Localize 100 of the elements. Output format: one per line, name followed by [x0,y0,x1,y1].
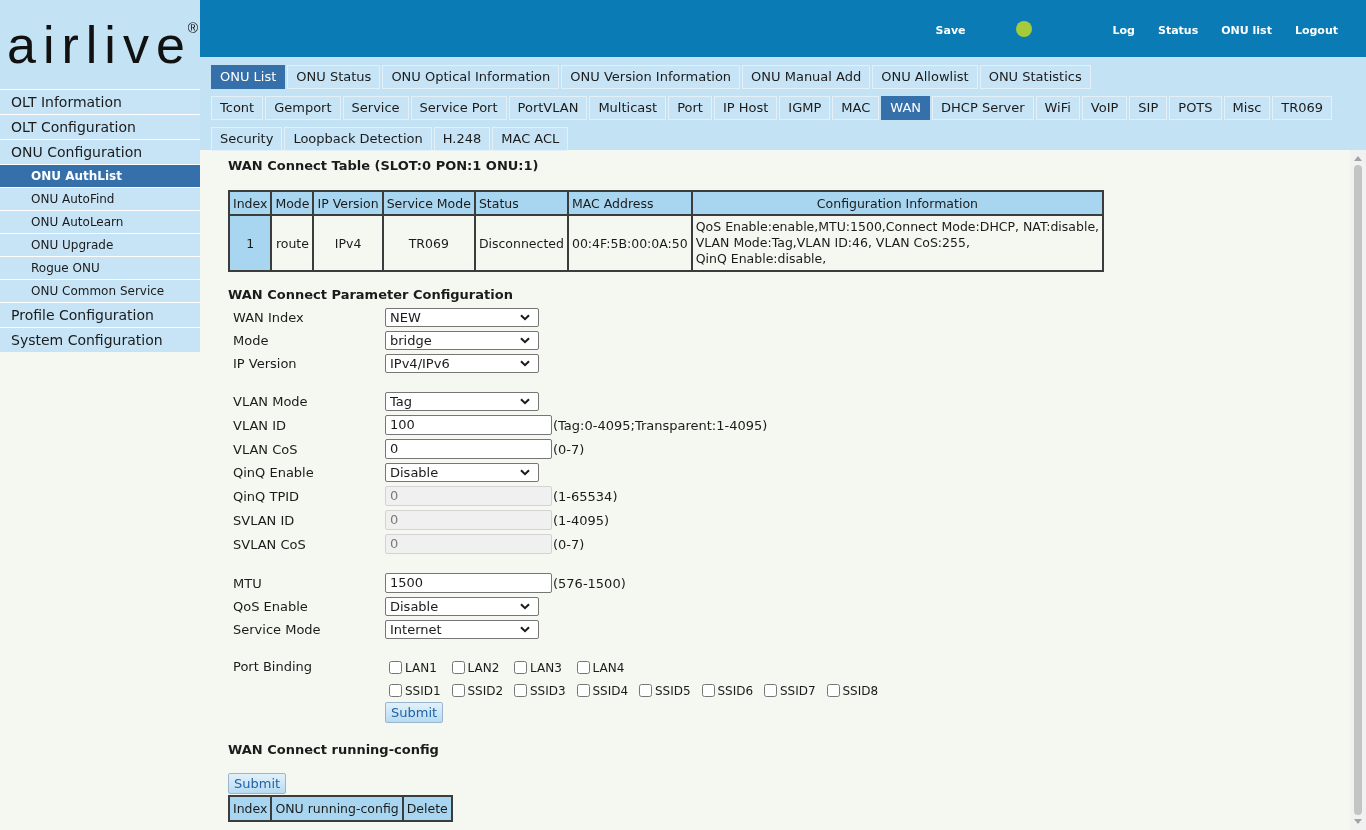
dropdown-field[interactable]: Disable [385,463,539,482]
dropdown-field[interactable]: Internet [385,620,539,639]
sidebar-item[interactable]: Profile Configuration [0,302,200,327]
checkbox-label[interactable]: LAN4 [592,660,625,675]
subtab[interactable]: Gemport [265,96,341,120]
checkbox-label[interactable]: SSID7 [780,683,816,698]
input-field[interactable]: 0 [385,439,552,459]
checkbox[interactable] [389,661,402,674]
table-cell: Disconnected [474,215,568,271]
checkbox[interactable] [576,661,590,674]
checkbox-label[interactable]: SSID2 [467,683,504,698]
dropdown-field[interactable]: bridge [385,331,539,350]
checkbox-label[interactable]: SSID4 [592,683,629,698]
field-label: Mode [233,333,270,348]
checkbox[interactable] [639,684,652,697]
input-field[interactable]: 100 [385,415,552,435]
sidebar-item[interactable]: OLT Information [0,89,200,114]
field-label: VLAN ID [233,417,288,433]
dropdown-field[interactable]: NEW [385,308,539,327]
header-link[interactable]: Status [1158,23,1199,37]
table-cell: TR069 [382,215,475,271]
subtab[interactable]: MAC [832,96,880,120]
tab[interactable]: ONU Allowlist [872,65,978,89]
sidebar-subitem[interactable]: Rogue ONU [0,256,200,279]
subtab[interactable]: Tcont [211,96,264,120]
submit-button[interactable]: Submit [228,773,287,794]
sidebar-subitem[interactable]: ONU AutoLearn [0,210,200,233]
subtab[interactable]: PortVLAN [508,96,588,120]
header-link[interactable]: Log [1112,23,1135,37]
checkbox-label[interactable]: SSID1 [405,683,441,698]
input-field[interactable]: 1500 [385,573,552,593]
checkbox-label[interactable]: LAN2 [467,660,500,675]
field-label: VLAN Mode [233,394,309,409]
subtab[interactable]: Port [668,96,712,120]
checkbox[interactable] [764,684,777,697]
tab[interactable]: ONU Version Information [561,65,741,89]
logo-wordmark: airlive$^{®}$ [7,19,199,71]
dropdown-field[interactable]: Tag [385,392,539,411]
checkbox[interactable] [451,684,465,697]
column-header: ONU running-config [271,796,403,821]
range-hint: (0-7) [553,536,585,552]
checkbox-label[interactable]: SSID6 [717,683,754,698]
subtab[interactable]: MAC ACL [492,127,569,151]
field-label: WAN Index [233,310,305,325]
subtab[interactable]: WAN [881,96,931,120]
sidebar-subitem[interactable]: ONU Common Service [0,279,200,302]
sidebar-subitem[interactable]: ONU AuthList [0,164,200,187]
subtab[interactable]: DHCP Server [932,96,1034,120]
checkbox[interactable] [514,661,527,674]
scrollbar-thumb[interactable] [1354,165,1362,815]
column-header: Mode [271,191,314,215]
dropdown-field[interactable]: IPv4/IPv6 [385,354,539,373]
checkbox[interactable] [826,684,840,697]
sidebar-item[interactable]: OLT Configuration [0,114,200,139]
subtab[interactable]: Security [211,127,283,151]
header-link[interactable]: ONU list [1221,23,1272,37]
checkbox-label[interactable]: SSID5 [655,683,691,698]
checkbox[interactable] [576,684,590,697]
checkbox-label[interactable]: SSID8 [842,683,879,698]
checkbox-label[interactable]: LAN3 [530,660,562,675]
caret-icon [520,360,530,367]
subtab[interactable]: Multicast [589,96,667,120]
tab[interactable]: ONU Manual Add [742,65,871,89]
subtab[interactable]: Service Port [410,96,507,120]
header-link[interactable]: Logout [1294,23,1338,37]
section-title: WAN Connect running-config [228,742,440,758]
caret-icon [520,337,530,344]
save-link[interactable]: Save [935,23,966,37]
checkbox[interactable] [701,684,715,697]
section-title: WAN Connect Table (SLOT:0 PON:1 ONU:1) [228,158,540,174]
column-header: Configuration Information [691,191,1104,215]
checkbox-label[interactable]: SSID3 [530,683,566,698]
subtab[interactable]: VoIP [1081,96,1128,120]
scrollbar[interactable] [1350,150,1366,830]
subtab[interactable]: Loopback Detection [284,127,432,151]
subtab[interactable]: Misc [1223,96,1271,120]
column-header: Index [229,191,272,215]
subtab[interactable]: IP Host [713,96,778,120]
subtab[interactable]: IGMP [779,96,831,120]
dropdown-field[interactable]: Disable [385,597,539,616]
sidebar-item[interactable]: ONU Configuration [0,139,200,164]
tab[interactable]: ONU Status [287,65,381,89]
tab[interactable]: ONU List [211,65,286,89]
checkbox-label[interactable]: LAN1 [405,660,437,675]
sidebar-subitem[interactable]: ONU Upgrade [0,233,200,256]
tab[interactable]: ONU Optical Information [382,65,560,89]
sidebar-subitem[interactable]: ONU AutoFind [0,187,200,210]
checkbox[interactable] [514,684,527,697]
subtab[interactable]: SIP [1129,96,1168,120]
checkbox[interactable] [451,661,465,674]
subtab[interactable]: Service [342,96,409,120]
subtab[interactable]: POTS [1169,96,1222,120]
checkbox[interactable] [389,684,402,697]
tab[interactable]: ONU Statistics [979,65,1091,89]
sidebar-item[interactable]: System Configuration [0,327,200,352]
subtab[interactable]: H.248 [433,127,491,151]
submit-button[interactable]: Submit [385,702,444,723]
subtab[interactable]: WiFi [1035,96,1080,120]
subtab[interactable]: TR069 [1272,96,1333,120]
caret-icon [520,314,530,321]
